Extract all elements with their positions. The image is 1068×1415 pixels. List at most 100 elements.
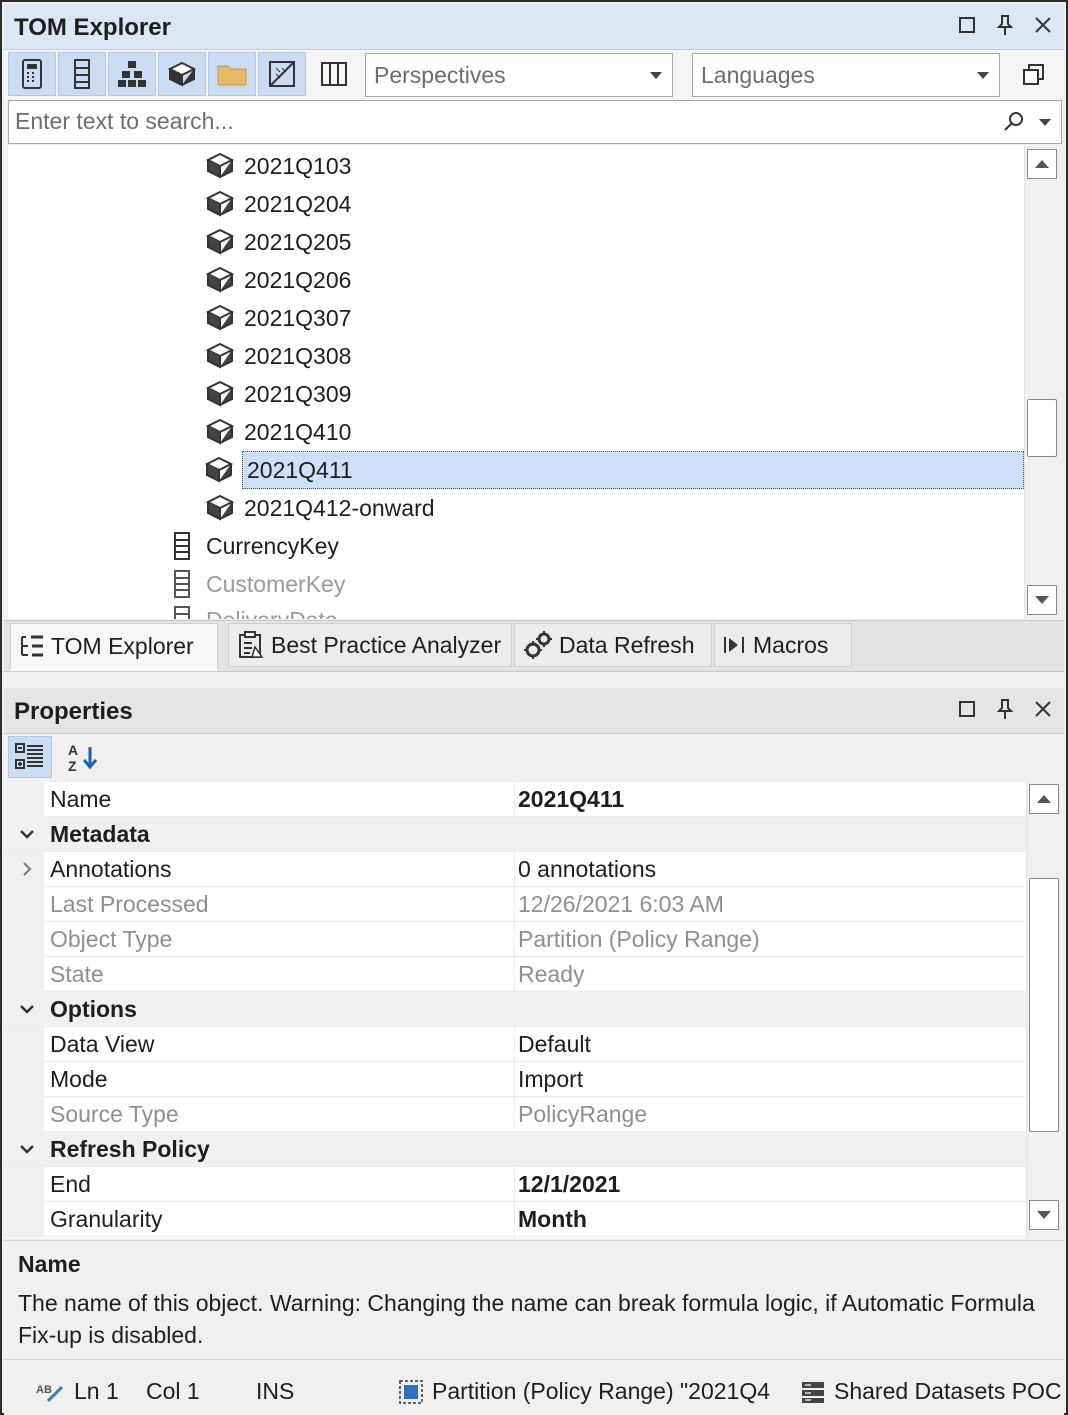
properties-titlebar: Properties (4, 688, 1064, 734)
partition-icon (204, 188, 236, 220)
scroll-thumb[interactable] (1029, 878, 1059, 1132)
windows-icon (1023, 64, 1044, 85)
property-row-state[interactable]: State Ready (4, 957, 1026, 992)
property-row-name[interactable]: Name 2021Q411 (4, 782, 1026, 817)
property-value[interactable]: 0 annotations (518, 856, 656, 883)
property-value[interactable]: 12/1/2021 (518, 1171, 620, 1198)
category-refresh-policy[interactable]: Refresh Policy (4, 1132, 1026, 1167)
tree-item[interactable]: 2021Q307 (204, 299, 351, 337)
chevron-down-icon[interactable] (18, 825, 36, 843)
tree-item[interactable]: 2021Q206 (204, 261, 351, 299)
scroll-down-button[interactable] (1029, 1200, 1059, 1230)
perspectives-dropdown[interactable]: Perspectives (365, 53, 673, 97)
partition-icon (204, 150, 236, 182)
category-metadata[interactable]: Metadata (4, 817, 1026, 852)
property-row-end[interactable]: End 12/1/2021 (4, 1167, 1026, 1202)
chevron-right-icon[interactable] (18, 860, 36, 878)
search-box (8, 100, 1062, 144)
languages-dropdown[interactable]: Languages (692, 53, 1000, 97)
pane-splitter[interactable] (4, 673, 1064, 687)
search-options-chevron-icon[interactable] (1039, 119, 1051, 126)
property-description: Name The name of this object. Warning: C… (4, 1240, 1064, 1358)
columns-layout-icon (321, 62, 347, 86)
arrow-up-icon (1037, 795, 1051, 803)
property-grid: Name 2021Q411 Metadata Annotations 0 ann… (4, 782, 1026, 1238)
property-row-object-type[interactable]: Object Type Partition (Policy Range) (4, 922, 1026, 957)
hierarchies-toggle-button[interactable] (108, 52, 156, 96)
tree-item[interactable]: CurrencyKey (166, 527, 339, 565)
close-icon[interactable] (1032, 696, 1054, 722)
property-row-data-view[interactable]: Data View Default (4, 1027, 1026, 1062)
property-row-mode[interactable]: Mode Import (4, 1062, 1026, 1097)
hierarchy-icon (118, 61, 146, 87)
tab-macros[interactable]: Macros (714, 623, 852, 667)
tree-item[interactable]: 2021Q410 (204, 413, 351, 451)
category-options[interactable]: Options (4, 992, 1026, 1027)
category-label: Metadata (50, 821, 150, 847)
hidden-objects-toggle-button[interactable] (258, 52, 306, 96)
property-row-source-type[interactable]: Source Type PolicyRange (4, 1097, 1026, 1132)
chevron-down-icon (650, 72, 662, 79)
scroll-down-button[interactable] (1027, 585, 1057, 615)
columns-toggle-button[interactable] (58, 52, 106, 96)
property-value[interactable]: Import (518, 1066, 583, 1093)
property-row-last-processed[interactable]: Last Processed 12/26/2021 6:03 AM (4, 887, 1026, 922)
calculator-icon (22, 59, 42, 89)
property-row-granularity[interactable]: Granularity Month (4, 1202, 1026, 1237)
column-chooser-button[interactable] (310, 52, 358, 96)
tree-item-label: 2021Q103 (244, 152, 352, 179)
search-icon[interactable] (1003, 110, 1025, 138)
tree-item[interactable]: DeliveryDate (166, 601, 338, 619)
display-folders-toggle-button[interactable] (208, 52, 256, 96)
property-value[interactable]: 2021Q411 (518, 786, 624, 813)
tree-item[interactable]: 2021Q205 (204, 223, 351, 261)
property-value[interactable]: Default (518, 1031, 591, 1058)
gears-icon (524, 631, 552, 659)
tree-item[interactable]: 2021Q412-onward (204, 489, 435, 527)
tree-item[interactable]: 2021Q103 (204, 147, 351, 185)
tree-item-label: 2021Q206 (244, 266, 352, 293)
tree-item[interactable]: CustomerKey (166, 565, 345, 603)
tree-item-label: 2021Q205 (244, 228, 352, 255)
maximize-icon[interactable] (956, 12, 978, 38)
category-label: Options (50, 996, 137, 1022)
maximize-icon[interactable] (956, 696, 978, 722)
property-grid-scrollbar[interactable] (1026, 782, 1060, 1238)
alphabetical-view-button[interactable]: AZ (60, 736, 104, 778)
property-name: Object Type (50, 926, 173, 952)
pin-icon[interactable] (994, 12, 1016, 38)
tab-tom-explorer[interactable]: TOM Explorer (10, 623, 218, 671)
measures-toggle-button[interactable] (8, 52, 56, 96)
close-icon[interactable] (1032, 12, 1054, 38)
line-number: Ln 1 (74, 1378, 119, 1404)
tree-item[interactable]: 2021Q309 (204, 375, 351, 413)
partition-icon (204, 264, 236, 296)
categorized-view-button[interactable] (8, 736, 52, 778)
property-value: Ready (518, 961, 585, 987)
property-row-annotations[interactable]: Annotations 0 annotations (4, 852, 1026, 887)
chevron-down-icon[interactable] (18, 1140, 36, 1158)
scroll-thumb[interactable] (1027, 399, 1057, 457)
scroll-up-button[interactable] (1029, 784, 1059, 814)
tree-item[interactable]: 2021Q204 (204, 185, 351, 223)
tab-label: Best Practice Analyzer (271, 631, 502, 658)
new-window-button[interactable] (1012, 52, 1056, 96)
tab-label: Data Refresh (559, 631, 695, 658)
perspectives-placeholder: Perspectives (374, 62, 506, 88)
tab-data-refresh[interactable]: Data Refresh (514, 623, 712, 667)
property-value[interactable]: Month (518, 1206, 587, 1233)
chevron-down-icon[interactable] (18, 1000, 36, 1018)
partitions-toggle-button[interactable] (158, 52, 206, 96)
tree-item[interactable]: 2021Q308 (204, 337, 351, 375)
scroll-up-button[interactable] (1027, 149, 1057, 179)
svg-text:A: A (68, 742, 78, 758)
run-macro-icon (724, 637, 744, 653)
column-icon (166, 530, 198, 562)
tree-item-selected[interactable]: 2021Q411 (242, 451, 1024, 489)
search-input[interactable] (9, 101, 969, 141)
tab-best-practice-analyzer[interactable]: Best Practice Analyzer (228, 623, 512, 667)
tree-scrollbar[interactable] (1024, 145, 1058, 619)
languages-placeholder: Languages (701, 62, 815, 88)
selection-label: Partition (Policy Range) "2021Q4 (432, 1378, 771, 1404)
pin-icon[interactable] (994, 696, 1016, 722)
